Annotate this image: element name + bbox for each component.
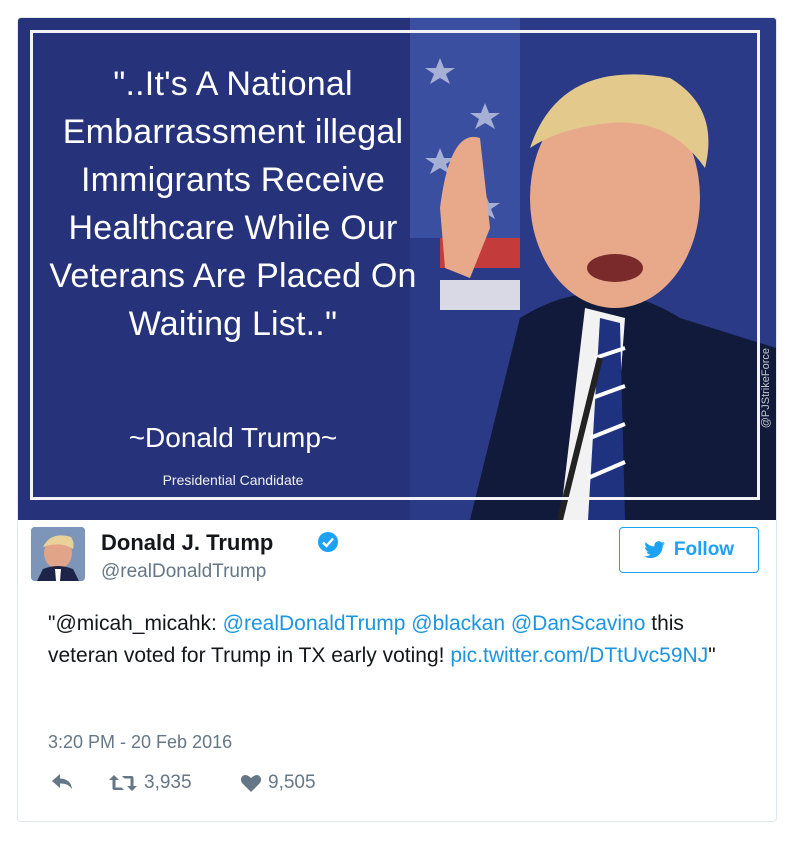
- twitter-bird-icon: [644, 541, 665, 559]
- tweet-actions: 3,935 9,505: [50, 772, 450, 800]
- avatar-image: [31, 527, 85, 581]
- heart-icon: [240, 775, 262, 792]
- tweet-card: "..It's A National Embarrassment illegal…: [17, 17, 777, 822]
- tweet-quote-close: ": [708, 644, 716, 667]
- like-button[interactable]: 9,505: [240, 772, 316, 794]
- verified-badge-icon: [318, 532, 338, 552]
- image-subtitle: Presidential Candidate: [162, 472, 304, 488]
- tweet-separator: :: [211, 612, 223, 635]
- follow-label: Follow: [673, 539, 735, 560]
- image-quote-text: "..It's A National Embarrassment illegal…: [49, 65, 417, 343]
- avatar[interactable]: [31, 527, 85, 581]
- mention-realdonaldtrump[interactable]: @realDonaldTrump: [223, 612, 406, 635]
- follow-button[interactable]: Follow: [619, 527, 759, 573]
- like-count: 9,505: [268, 772, 316, 793]
- reply-button[interactable]: [50, 772, 74, 792]
- mention-danscavino[interactable]: @DanScavino: [511, 612, 646, 635]
- user-handle[interactable]: @realDonaldTrump: [101, 561, 266, 583]
- image-attribution: ~Donald Trump~: [128, 422, 338, 453]
- pic-link[interactable]: pic.twitter.com/DTtUvc59NJ: [450, 644, 708, 667]
- image-watermark: @PJStrikeForce: [760, 348, 772, 429]
- tweet-text: " @micah_micahk: @realDonaldTrump @blacka…: [48, 608, 758, 672]
- retweet-button[interactable]: 3,935: [108, 772, 192, 794]
- reply-icon: [52, 774, 72, 789]
- tweet-header: Donald J. Trump @realDonaldTrump Follow: [31, 527, 759, 587]
- mention-micah[interactable]: @micah_micahk: [55, 612, 211, 635]
- retweet-icon: [109, 775, 137, 791]
- tweet-timestamp[interactable]: 3:20 PM - 20 Feb 2016: [48, 732, 232, 753]
- retweet-count: 3,935: [144, 772, 192, 793]
- tweet-image[interactable]: "..It's A National Embarrassment illegal…: [18, 18, 776, 520]
- display-name[interactable]: Donald J. Trump: [101, 530, 273, 556]
- mention-blackan[interactable]: @blackan: [411, 612, 505, 635]
